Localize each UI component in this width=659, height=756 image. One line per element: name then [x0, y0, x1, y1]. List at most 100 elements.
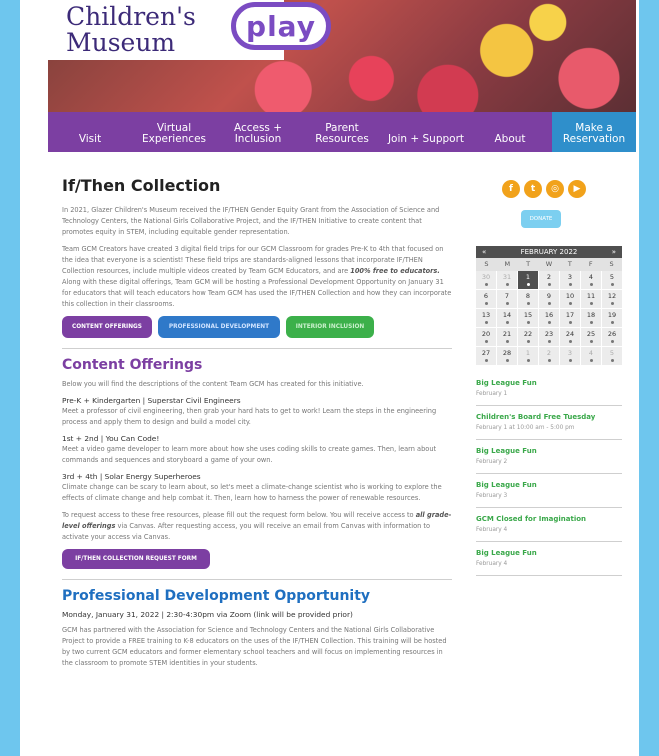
event-date: February 2: [476, 459, 508, 465]
calendar-day[interactable]: 2: [539, 347, 559, 365]
calendar-day[interactable]: 7: [497, 290, 517, 308]
calendar-day-number: 18: [586, 311, 596, 319]
calendar-days: 30 31 1 2 3 4 5 6 7 8 9 10 11 12 13 14 15 16 17 18 19 20 21 22 2…: [476, 271, 622, 365]
calendar-day[interactable]: 25: [581, 328, 601, 346]
weekday: S: [484, 260, 489, 268]
professional-development-button[interactable]: PROFESSIONAL DEVELOPMENT: [158, 316, 280, 338]
calendar-day[interactable]: 27: [476, 347, 496, 365]
calendar-day[interactable]: 8: [518, 290, 538, 308]
nav-make-reservation[interactable]: Make a Reservation: [552, 112, 636, 152]
main-content: If/Then Collection In 2021, Glazer Child…: [62, 176, 452, 675]
logo[interactable]: Children's Museum play: [48, 0, 331, 60]
request-p-start: To request access to these free resource…: [62, 511, 416, 519]
nav-about[interactable]: About: [468, 112, 552, 152]
event-dot-icon: [610, 283, 614, 286]
calendar-day[interactable]: 20: [476, 328, 496, 346]
calendar-day-number: 14: [502, 311, 512, 319]
calendar-day[interactable]: 6: [476, 290, 496, 308]
events-list: Big League Fun February 1 Children's Board…: [476, 379, 622, 576]
calendar-day[interactable]: 21: [497, 328, 517, 346]
calendar-day[interactable]: 30: [476, 271, 496, 289]
calendar-day-number: 2: [546, 273, 552, 281]
event-dot-icon: [610, 340, 614, 343]
nav-access-inclusion[interactable]: Access + Inclusion: [216, 112, 300, 152]
weekday: W: [545, 260, 553, 268]
event-dot-icon: [589, 283, 593, 286]
event-title-link[interactable]: Big League Fun: [476, 447, 622, 456]
calendar-day[interactable]: 4: [581, 347, 601, 365]
calendar-day[interactable]: 5: [602, 271, 622, 289]
calendar-day[interactable]: 26: [602, 328, 622, 346]
twitter-icon[interactable]: t: [524, 180, 542, 198]
nav-visit[interactable]: Visit: [48, 112, 132, 152]
calendar-day[interactable]: 28: [497, 347, 517, 365]
logo-wordmark: Children's Museum: [66, 4, 196, 56]
calendar-day[interactable]: 11: [581, 290, 601, 308]
calendar-day[interactable]: 1: [518, 347, 538, 365]
divider: [62, 579, 452, 580]
event-date: February 4: [476, 527, 508, 533]
calendar-day[interactable]: 5: [602, 347, 622, 365]
calendar-day-number: 7: [504, 292, 510, 300]
page-title: If/Then Collection: [62, 176, 221, 195]
calendar-day-number: 3: [567, 349, 573, 357]
calendar-day[interactable]: 18: [581, 309, 601, 327]
event-date: February 1 at 10:00 am - 5:00 pm: [476, 425, 575, 431]
event-title-link[interactable]: Big League Fun: [476, 481, 622, 490]
content-offerings-button[interactable]: CONTENT OFFERINGS: [62, 316, 152, 338]
calendar-next-button[interactable]: »: [612, 248, 616, 256]
calendar-day[interactable]: 17: [560, 309, 580, 327]
calendar-day[interactable]: 13: [476, 309, 496, 327]
calendar-day[interactable]: 24: [560, 328, 580, 346]
event-title-link[interactable]: Children's Board Free Tuesday: [476, 413, 622, 422]
pd-date: Monday, January 31, 2022 | 2:30-4:30pm v…: [62, 610, 353, 619]
event-dot-icon: [526, 283, 530, 286]
event-item: Big League Fun February 3: [476, 481, 622, 508]
calendar-day[interactable]: 10: [560, 290, 580, 308]
event-dot-icon: [526, 321, 530, 324]
event-title-link[interactable]: GCM Closed for Imagination: [476, 515, 622, 524]
calendar-day[interactable]: 3: [560, 271, 580, 289]
calendar-day-number: 10: [565, 292, 575, 300]
instagram-icon[interactable]: ◎: [546, 180, 564, 198]
calendar-day[interactable]: 12: [602, 290, 622, 308]
request-p-end: via Canvas. After requesting access, you…: [62, 522, 431, 541]
event-dot-icon: [505, 321, 509, 324]
calendar-day[interactable]: 19: [602, 309, 622, 327]
calendar-day[interactable]: 14: [497, 309, 517, 327]
calendar-day[interactable]: 31: [497, 271, 517, 289]
request-form-button[interactable]: IF/THEN COLLECTION REQUEST FORM: [62, 549, 210, 569]
event-dot-icon: [505, 302, 509, 305]
calendar-day[interactable]: 23: [539, 328, 559, 346]
calendar-day-number: 1: [525, 349, 531, 357]
logo-line-2: Museum: [66, 28, 176, 57]
calendar-day[interactable]: 9: [539, 290, 559, 308]
calendar-day-number: 3: [567, 273, 573, 281]
calendar-day[interactable]: 22: [518, 328, 538, 346]
youtube-icon[interactable]: ▶: [568, 180, 586, 198]
calendar-day-number: 1: [525, 273, 531, 281]
offer-2-title: 1st + 2nd | You Can Code!: [62, 434, 160, 443]
donate-button[interactable]: DONATE: [521, 210, 561, 228]
nav-parent-resources[interactable]: Parent Resources: [300, 112, 384, 152]
main-nav: Visit Virtual Experiences Access + Inclu…: [48, 112, 636, 152]
event-dot-icon: [568, 321, 572, 324]
calendar-day-number: 28: [502, 349, 512, 357]
event-title-link[interactable]: Big League Fun: [476, 549, 622, 558]
section-buttons: CONTENT OFFERINGS PROFESSIONAL DEVELOPME…: [62, 316, 452, 338]
nav-virtual-experiences[interactable]: Virtual Experiences: [132, 112, 216, 152]
calendar-day[interactable]: 15: [518, 309, 538, 327]
facebook-icon[interactable]: f: [502, 180, 520, 198]
inclusion-button[interactable]: INTERIOR INCLUSION: [286, 316, 374, 338]
header-hero-image: Children's Museum play: [48, 0, 636, 112]
nav-join-support[interactable]: Join + Support: [384, 112, 468, 152]
calendar-day-number: 5: [609, 349, 615, 357]
calendar-day[interactable]: 16: [539, 309, 559, 327]
calendar-prev-button[interactable]: «: [482, 248, 486, 256]
calendar-day[interactable]: 4: [581, 271, 601, 289]
calendar-day[interactable]: 2: [539, 271, 559, 289]
calendar-day[interactable]: 3: [560, 347, 580, 365]
calendar-day-number: 30: [481, 273, 491, 281]
event-title-link[interactable]: Big League Fun: [476, 379, 622, 388]
calendar-day[interactable]: 1: [518, 271, 538, 289]
